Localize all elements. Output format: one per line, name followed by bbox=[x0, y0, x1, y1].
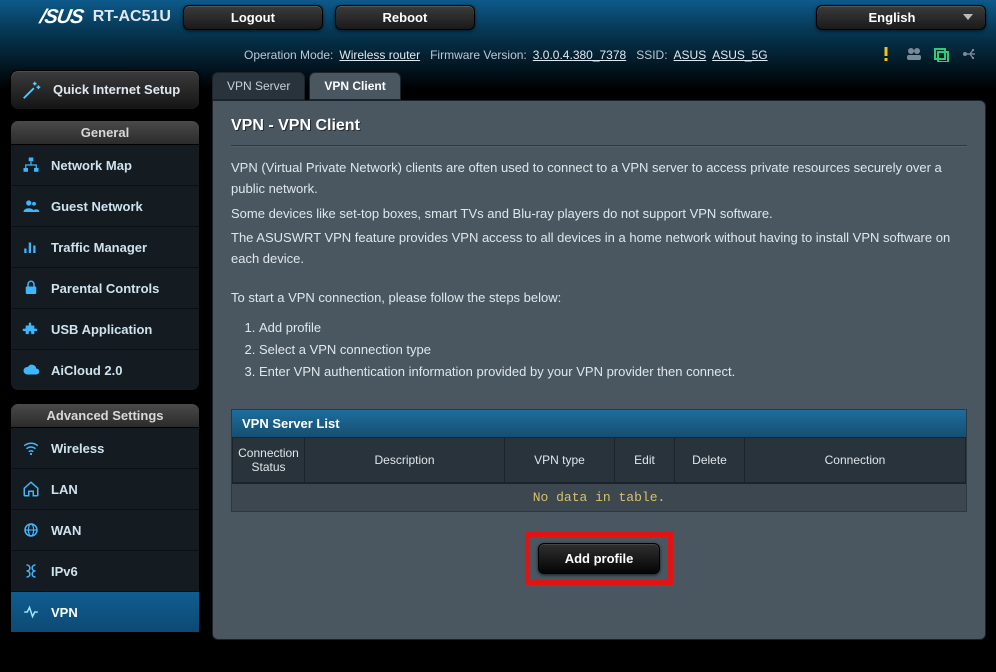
sidebar-item-label: WAN bbox=[51, 523, 81, 538]
sidebar-item-label: Network Map bbox=[51, 158, 132, 173]
wand-icon bbox=[21, 79, 43, 101]
ssid-label: SSID: bbox=[636, 48, 667, 62]
sidebar-item-label: AiCloud 2.0 bbox=[51, 363, 123, 378]
sidebar-item-label: Parental Controls bbox=[51, 281, 159, 296]
brand: /SUS RT-AC51U bbox=[40, 6, 171, 29]
ssid-link-2[interactable]: ASUS_5G bbox=[712, 48, 767, 62]
add-profile-button[interactable]: Add profile bbox=[538, 543, 661, 574]
section-advanced-title: Advanced Settings bbox=[10, 403, 200, 428]
opmode-link[interactable]: Wireless router bbox=[339, 48, 420, 62]
steps-list: Add profile Select a VPN connection type… bbox=[259, 317, 967, 383]
sidebar-item-aicloud[interactable]: AiCloud 2.0 bbox=[11, 350, 199, 390]
sidebar-item-vpn[interactable]: VPN bbox=[11, 592, 199, 632]
sidebar-item-label: Guest Network bbox=[51, 199, 143, 214]
description: VPN (Virtual Private Network) clients ar… bbox=[231, 158, 967, 270]
language-label: English bbox=[869, 10, 916, 25]
menu-advanced: Wireless LAN WAN IPv6 VPN bbox=[10, 428, 200, 633]
status-bar: Operation Mode: Wireless router Firmware… bbox=[0, 34, 996, 68]
brand-logo: /SUS bbox=[38, 6, 85, 29]
page-title: VPN - VPN Client bbox=[231, 117, 967, 135]
network-map-icon bbox=[21, 155, 41, 175]
quick-setup-label: Quick Internet Setup bbox=[53, 83, 180, 98]
chevron-down-icon bbox=[963, 14, 973, 20]
col-description: Description bbox=[305, 438, 505, 483]
sidebar-item-guest-network[interactable]: Guest Network bbox=[11, 186, 199, 227]
traffic-manager-icon bbox=[21, 237, 41, 257]
table-title: VPN Server List bbox=[232, 410, 966, 437]
guest-network-icon bbox=[21, 196, 41, 216]
globe-icon bbox=[21, 520, 41, 540]
desc-p3: The ASUSWRT VPN feature provides VPN acc… bbox=[231, 228, 967, 270]
language-select[interactable]: English bbox=[816, 5, 986, 30]
sidebar-item-wan[interactable]: WAN bbox=[11, 510, 199, 551]
sidebar-item-label: LAN bbox=[51, 482, 78, 497]
sidebar-item-wireless[interactable]: Wireless bbox=[11, 428, 199, 469]
col-delete: Delete bbox=[675, 438, 745, 483]
desc-p1: VPN (Virtual Private Network) clients ar… bbox=[231, 158, 967, 200]
home-icon bbox=[21, 479, 41, 499]
opmode-label: Operation Mode: bbox=[244, 48, 333, 62]
section-general-title: General bbox=[10, 120, 200, 145]
quick-internet-setup-button[interactable]: Quick Internet Setup bbox=[10, 70, 200, 110]
col-connection: Connection bbox=[745, 438, 966, 483]
tabs: VPN Server VPN Client bbox=[212, 72, 986, 100]
vpn-table: Connection Status Description VPN type E… bbox=[232, 437, 966, 483]
lock-icon bbox=[21, 278, 41, 298]
sidebar-item-parental-controls[interactable]: Parental Controls bbox=[11, 268, 199, 309]
step-item: Enter VPN authentication information pro… bbox=[259, 361, 967, 383]
sidebar-item-ipv6[interactable]: IPv6 bbox=[11, 551, 199, 592]
table-empty-message: No data in table. bbox=[232, 483, 966, 511]
divider bbox=[231, 145, 967, 146]
highlight-box: Add profile bbox=[525, 532, 674, 585]
sidebar-item-lan[interactable]: LAN bbox=[11, 469, 199, 510]
menu-general: Network Map Guest Network Traffic Manage… bbox=[10, 145, 200, 391]
tab-vpn-client[interactable]: VPN Client bbox=[309, 72, 400, 100]
sidebar-item-label: VPN bbox=[51, 605, 78, 620]
step-item: Select a VPN connection type bbox=[259, 339, 967, 361]
reboot-button[interactable]: Reboot bbox=[335, 5, 475, 30]
fw-link[interactable]: 3.0.0.4.380_7378 bbox=[533, 48, 626, 62]
alert-icon[interactable] bbox=[878, 46, 894, 62]
logout-button[interactable]: Logout bbox=[183, 5, 323, 30]
col-connection-status: Connection Status bbox=[233, 438, 305, 483]
sidebar-item-label: Traffic Manager bbox=[51, 240, 147, 255]
sidebar-item-label: Wireless bbox=[51, 441, 104, 456]
sidebar-item-label: USB Application bbox=[51, 322, 152, 337]
sidebar-item-network-map[interactable]: Network Map bbox=[11, 145, 199, 186]
brand-model: RT-AC51U bbox=[93, 8, 171, 26]
vpn-icon bbox=[21, 602, 41, 622]
sidebar-item-usb-application[interactable]: USB Application bbox=[11, 309, 199, 350]
sidebar-item-traffic-manager[interactable]: Traffic Manager bbox=[11, 227, 199, 268]
vpn-server-list: VPN Server List Connection Status Descri… bbox=[231, 409, 967, 512]
wifi-icon bbox=[21, 438, 41, 458]
usb-status-icon[interactable] bbox=[934, 46, 950, 62]
desc-p2: Some devices like set-top boxes, smart T… bbox=[231, 204, 967, 225]
steps-intro: To start a VPN connection, please follow… bbox=[231, 290, 967, 305]
ipv6-icon bbox=[21, 561, 41, 581]
tab-vpn-server[interactable]: VPN Server bbox=[212, 72, 305, 100]
panel-vpn-client: VPN - VPN Client VPN (Virtual Private Ne… bbox=[212, 100, 986, 640]
sidebar-item-label: IPv6 bbox=[51, 564, 78, 579]
cloud-icon bbox=[21, 360, 41, 380]
step-item: Add profile bbox=[259, 317, 967, 339]
usb-icon[interactable] bbox=[962, 46, 978, 62]
clients-icon[interactable] bbox=[906, 46, 922, 62]
col-edit: Edit bbox=[615, 438, 675, 483]
col-vpn-type: VPN type bbox=[505, 438, 615, 483]
fw-label: Firmware Version: bbox=[430, 48, 527, 62]
ssid-link-1[interactable]: ASUS bbox=[674, 48, 707, 62]
puzzle-icon bbox=[21, 319, 41, 339]
